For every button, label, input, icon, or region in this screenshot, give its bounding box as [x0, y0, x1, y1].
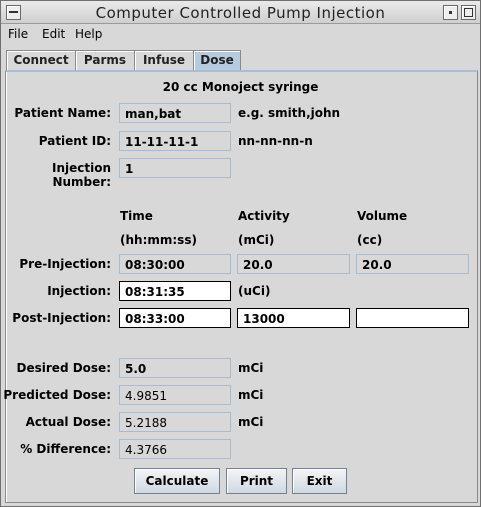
window-title: Computer Controlled Pump Injection — [95, 4, 386, 22]
percent-difference-field[interactable]: 4.3766 — [119, 439, 231, 459]
menu-file[interactable]: File — [8, 27, 28, 41]
desired-dose-field[interactable]: 5.0 — [119, 358, 231, 378]
desired-dose-unit: mCi — [238, 361, 264, 375]
volume-header: Volume — [357, 209, 408, 223]
time-unit: (hh:mm:ss) — [120, 233, 197, 247]
minimize-icon[interactable] — [443, 5, 458, 20]
pre-injection-time-field[interactable]: 08:30:00 — [119, 254, 231, 274]
actual-dose-unit: mCi — [238, 415, 264, 429]
tab-dose[interactable]: Dose — [193, 50, 241, 72]
pre-injection-label: Pre-Injection: — [19, 257, 111, 271]
pre-injection-volume-field[interactable]: 20.0 — [356, 254, 469, 274]
injection-time-field[interactable]: 08:31:35 — [119, 281, 231, 301]
volume-unit: (cc) — [357, 233, 383, 247]
patient-name-hint: e.g. smith,john — [238, 106, 341, 120]
main-window: Computer Controlled Pump Injection File … — [0, 0, 481, 507]
calculate-button[interactable]: Calculate — [134, 468, 220, 494]
predicted-dose-label: Predicted Dose: — [3, 388, 111, 402]
tab-parms[interactable]: Parms — [75, 50, 135, 71]
desired-dose-label: Desired Dose: — [16, 361, 111, 375]
activity-header: Activity — [238, 209, 290, 223]
post-injection-label: Post-Injection: — [12, 311, 111, 325]
patient-id-field[interactable]: 11-11-11-1 — [119, 131, 231, 151]
percent-difference-label: % Difference: — [20, 442, 111, 456]
patient-name-field[interactable]: man,bat — [119, 103, 231, 123]
actual-dose-label: Actual Dose: — [25, 415, 111, 429]
post-injection-time-field[interactable]: 08:33:00 — [119, 308, 231, 328]
post-injection-volume-field[interactable] — [356, 308, 469, 328]
menu-help[interactable]: Help — [75, 27, 102, 41]
print-button[interactable]: Print — [226, 468, 287, 494]
injection-number-label: Injection Number: — [51, 161, 111, 189]
injection-label: Injection: — [47, 284, 111, 298]
patient-id-label: Patient ID: — [38, 134, 111, 148]
tab-connect[interactable]: Connect — [6, 50, 76, 71]
predicted-dose-field[interactable]: 4.9851 — [119, 385, 231, 405]
exit-button[interactable]: Exit — [292, 468, 347, 494]
title-bar[interactable]: Computer Controlled Pump Injection — [1, 1, 480, 24]
syringe-title: 20 cc Monoject syringe — [162, 80, 319, 94]
pre-injection-activity-field[interactable]: 20.0 — [237, 254, 350, 274]
injection-number-field[interactable]: 1 — [119, 158, 231, 178]
maximize-icon[interactable] — [461, 5, 476, 20]
post-injection-activity-field[interactable]: 13000 — [237, 308, 350, 328]
menu-bar: File Edit Help — [1, 24, 480, 44]
time-header: Time — [120, 209, 153, 223]
patient-name-label: Patient Name: — [14, 106, 111, 120]
predicted-dose-unit: mCi — [238, 388, 264, 402]
patient-id-hint: nn-nn-nn-n — [238, 134, 313, 148]
tab-infuse[interactable]: Infuse — [134, 50, 194, 71]
activity-unit: (mCi) — [238, 233, 275, 247]
injection-unit: (uCi) — [238, 284, 271, 298]
menu-edit[interactable]: Edit — [42, 27, 65, 41]
actual-dose-field[interactable]: 5.2188 — [119, 412, 231, 432]
